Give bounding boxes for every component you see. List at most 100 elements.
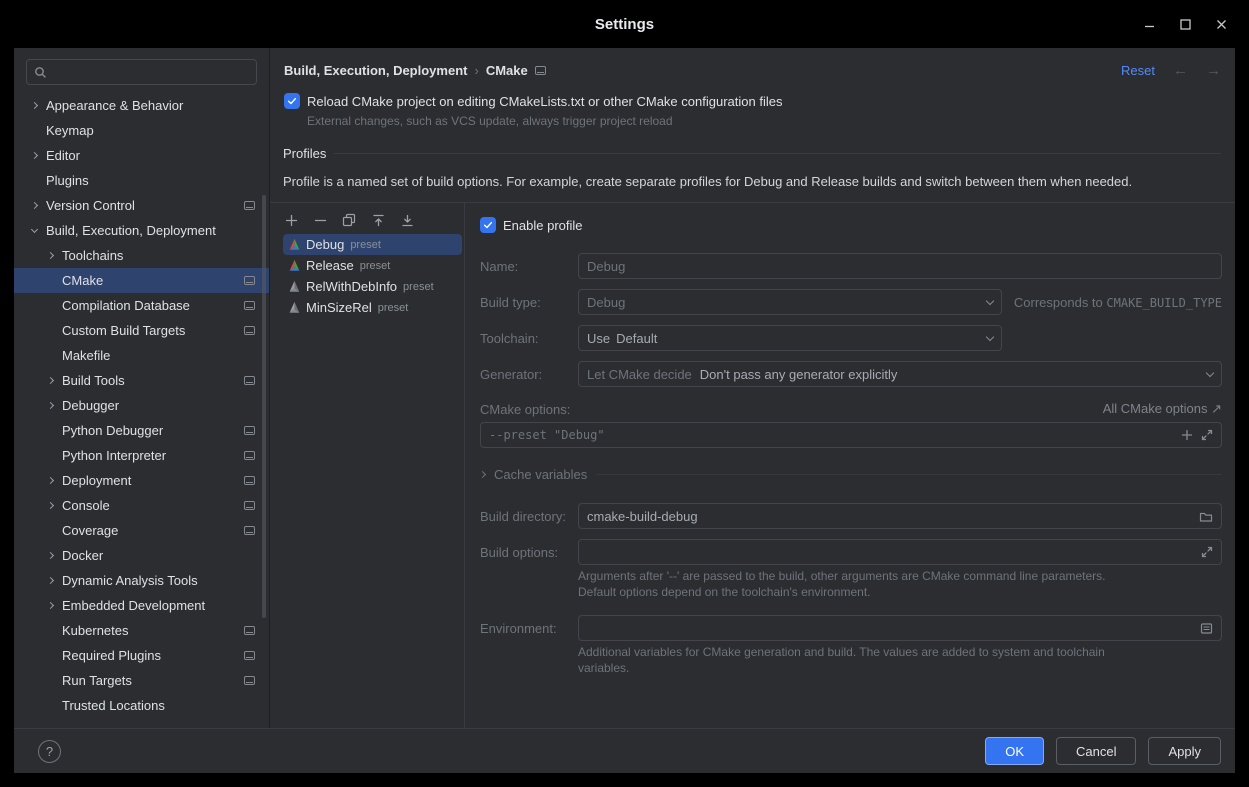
cmake-options-header: CMake options: All CMake options ↗ [480,401,1222,417]
sidebar-item-coverage[interactable]: Coverage [14,518,269,543]
reset-link[interactable]: Reset [1121,63,1155,78]
sidebar-item-label: Dynamic Analysis Tools [62,573,255,588]
sidebar-item-debugger[interactable]: Debugger [14,393,269,418]
sidebar-item-dynamic-analysis-tools[interactable]: Dynamic Analysis Tools [14,568,269,593]
cancel-button[interactable]: Cancel [1056,737,1136,765]
expand-icon[interactable] [1201,429,1213,441]
shared-settings-icon [244,651,255,660]
help-button[interactable]: ? [38,740,61,763]
name-value: Debug [587,259,625,274]
sidebar-item-appearance-behavior[interactable]: Appearance & Behavior [14,93,269,118]
sidebar-item-python-debugger[interactable]: Python Debugger [14,418,269,443]
sidebar-item-label: Makefile [62,348,255,363]
profile-item-minsizerel[interactable]: MinSizeRel preset [283,297,462,318]
chevron-right-icon [46,578,62,583]
cmake-options-label: CMake options: [480,402,570,417]
settings-dialog: Appearance & Behavior Keymap Editor Plug… [14,48,1235,773]
chevron-down-icon [986,332,994,340]
sidebar-item-build-execution-deployment[interactable]: Build, Execution, Deployment [14,218,269,243]
sidebar-item-kubernetes[interactable]: Kubernetes [14,618,269,643]
back-arrow-icon[interactable]: ← [1173,62,1188,79]
build-type-select[interactable]: Debug [578,289,1002,315]
sidebar-item-docker[interactable]: Docker [14,543,269,568]
sidebar-item-custom-build-targets[interactable]: Custom Build Targets [14,318,269,343]
sidebar-item-label: Keymap [46,123,255,138]
profile-item-release[interactable]: Release preset [283,255,462,276]
settings-search[interactable] [26,59,257,85]
build-directory-value: cmake-build-debug [587,509,698,524]
generator-value-prefix: Let CMake decide [587,367,692,382]
sidebar-item-plugins[interactable]: Plugins [14,168,269,193]
shared-settings-icon [244,276,255,285]
breadcrumb-segment[interactable]: Build, Execution, Deployment [284,63,467,78]
chevron-down-icon [986,296,994,304]
remove-profile-button[interactable] [312,212,328,228]
folder-icon[interactable] [1199,510,1213,523]
apply-button[interactable]: Apply [1148,737,1221,765]
build-directory-field[interactable]: cmake-build-debug [578,503,1222,529]
sidebar-item-build-tools[interactable]: Build Tools [14,368,269,393]
cmake-options-field[interactable]: --preset "Debug" [480,422,1222,448]
add-option-icon[interactable] [1181,429,1193,441]
expand-icon[interactable] [1201,546,1213,558]
forward-arrow-icon[interactable]: → [1206,62,1221,79]
minimize-button[interactable] [1131,0,1167,48]
minimize-icon [1144,19,1155,30]
section-divider [596,474,1222,475]
maximize-button[interactable] [1167,0,1203,48]
shared-settings-icon [244,301,255,310]
chevron-right-icon [46,478,62,483]
sidebar-item-python-interpreter[interactable]: Python Interpreter [14,443,269,468]
cmake-gray-icon [288,301,301,314]
sidebar-item-toolchains[interactable]: Toolchains [14,243,269,268]
profile-item-relwithdebinfo[interactable]: RelWithDebInfo preset [283,276,462,297]
sidebar-item-trusted-locations[interactable]: Trusted Locations [14,693,269,718]
sidebar-item-compilation-database[interactable]: Compilation Database [14,293,269,318]
sidebar-item-cmake[interactable]: CMake [14,268,269,293]
sidebar-item-run-targets[interactable]: Run Targets [14,668,269,693]
build-options-field[interactable] [578,539,1222,565]
settings-content: Build, Execution, Deployment › CMake Res… [270,48,1235,728]
cmake-gray-icon [288,280,301,293]
close-icon [1216,19,1227,30]
sidebar-item-required-plugins[interactable]: Required Plugins [14,643,269,668]
copy-profile-button[interactable] [341,212,357,228]
environment-field[interactable] [578,615,1222,641]
move-up-button[interactable] [370,212,386,228]
sidebar-item-embedded-development[interactable]: Embedded Development [14,593,269,618]
close-button[interactable] [1203,0,1239,48]
toolchain-select[interactable]: Use Default [578,325,1002,351]
sidebar-item-keymap[interactable]: Keymap [14,118,269,143]
all-cmake-options-link[interactable]: All CMake options ↗ [1103,401,1222,417]
sidebar-item-makefile[interactable]: Makefile [14,343,269,368]
generator-select[interactable]: Let CMake decide Don't pass any generato… [578,361,1222,387]
sidebar-scrollbar[interactable] [262,195,266,618]
sidebar-item-label: Toolchains [62,248,255,263]
move-down-button[interactable] [399,212,415,228]
profile-name: RelWithDebInfo [306,279,397,294]
sidebar-item-console[interactable]: Console [14,493,269,518]
sidebar-item-label: Embedded Development [62,598,255,613]
name-field[interactable]: Debug [578,253,1222,279]
profile-item-debug[interactable]: Debug preset [283,234,462,255]
sidebar-item-editor[interactable]: Editor [14,143,269,168]
name-label: Name: [480,259,578,274]
cmake-build-type-code: CMAKE_BUILD_TYPE [1106,296,1222,310]
enable-profile-row: Enable profile [480,217,1222,233]
build-options-hint: Arguments after '--' are passed to the b… [578,568,1222,600]
shared-settings-icon [244,201,255,210]
variables-list-icon[interactable] [1200,622,1213,635]
build-directory-row: Build directory: cmake-build-debug [480,503,1222,529]
add-profile-button[interactable] [283,212,299,228]
sidebar-item-version-control[interactable]: Version Control [14,193,269,218]
profile-tag: preset [403,281,434,293]
reload-checkbox[interactable] [284,93,300,109]
ok-button[interactable]: OK [985,737,1044,765]
enable-profile-checkbox[interactable] [480,217,496,233]
cache-variables-toggle[interactable]: Cache variables [480,467,1222,482]
sidebar-item-deployment[interactable]: Deployment [14,468,269,493]
breadcrumb-segment[interactable]: CMake [486,63,528,78]
search-input[interactable] [52,65,249,80]
sidebar-item-label: Version Control [46,198,244,213]
chevron-right-icon [46,378,62,383]
